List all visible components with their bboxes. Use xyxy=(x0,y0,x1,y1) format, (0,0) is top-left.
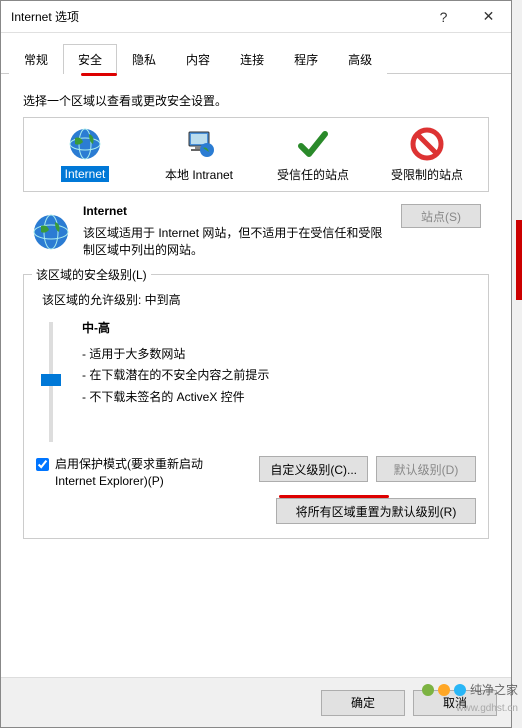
group-legend: 该区域的安全级别(L) xyxy=(32,266,151,283)
reset-all-button[interactable]: 将所有区域重置为默认级别(R) xyxy=(276,498,476,524)
zone-list: Internet 本地 Intranet 受信任的站点 受限制的站点 xyxy=(23,117,489,192)
security-slider[interactable] xyxy=(49,322,53,442)
level-bullet: - 在下载潜在的不安全内容之前提示 xyxy=(82,365,269,387)
titlebar: Internet 选项 ? ✕ xyxy=(1,1,511,33)
zone-detail-title: Internet xyxy=(83,204,389,218)
watermark: 纯净之家 xyxy=(422,681,518,698)
watermark-text: 纯净之家 xyxy=(470,681,518,698)
tab-programs[interactable]: 程序 xyxy=(279,44,333,74)
tab-general[interactable]: 常规 xyxy=(9,44,63,74)
zone-internet[interactable]: Internet xyxy=(45,126,125,183)
protected-mode-label[interactable]: 启用保护模式(要求重新启动 Internet Explorer)(P) xyxy=(55,456,235,490)
level-name: 中-高 xyxy=(82,318,269,340)
tab-advanced[interactable]: 高级 xyxy=(333,44,387,74)
dialog-title: Internet 选项 xyxy=(11,8,421,25)
zone-detail: Internet 该区域适用于 Internet 网站，但不适用于在受信任和受限… xyxy=(23,204,489,258)
zone-intranet[interactable]: 本地 Intranet xyxy=(159,126,239,183)
custom-level-button[interactable]: 自定义级别(C)... xyxy=(259,456,368,482)
tab-content-area: 选择一个区域以查看或更改安全设置。 Internet 本地 Intranet 受… xyxy=(1,74,511,557)
internet-options-dialog: Internet 选项 ? ✕ 常规 安全 隐私 内容 连接 程序 高级 选择一… xyxy=(0,0,512,728)
level-bullet: - 不下载未签名的 ActiveX 控件 xyxy=(82,387,269,409)
protected-mode-checkbox[interactable] xyxy=(36,458,49,471)
zone-trusted[interactable]: 受信任的站点 xyxy=(273,126,353,183)
tab-security[interactable]: 安全 xyxy=(63,44,117,74)
zone-label: 受限制的站点 xyxy=(391,166,463,183)
close-button[interactable]: ✕ xyxy=(466,1,511,33)
zone-label: 受信任的站点 xyxy=(277,166,349,183)
checkmark-icon xyxy=(295,126,331,162)
intranet-icon xyxy=(181,126,217,162)
tab-content[interactable]: 内容 xyxy=(171,44,225,74)
zone-label: Internet xyxy=(61,166,110,182)
tab-privacy[interactable]: 隐私 xyxy=(117,44,171,74)
allowed-levels-note: 该区域的允许级别: 中到高 xyxy=(42,291,476,308)
level-bullet: - 适用于大多数网站 xyxy=(82,344,269,366)
tab-connections[interactable]: 连接 xyxy=(225,44,279,74)
zone-detail-desc: 该区域适用于 Internet 网站，但不适用于在受信任和受限制区域中列出的网站… xyxy=(83,224,389,258)
default-level-button[interactable]: 默认级别(D) xyxy=(376,456,476,482)
ok-button[interactable]: 确定 xyxy=(321,690,405,716)
zone-restricted[interactable]: 受限制的站点 xyxy=(387,126,467,183)
restricted-icon xyxy=(409,126,445,162)
slider-thumb[interactable] xyxy=(41,374,61,386)
help-button[interactable]: ? xyxy=(421,1,466,33)
watermark-url: www.gdhst.cn xyxy=(456,703,518,714)
zone-label: 本地 Intranet xyxy=(165,166,233,183)
security-level-group: 该区域的安全级别(L) 该区域的允许级别: 中到高 中-高 - 适用于大多数网站… xyxy=(23,274,489,539)
sites-button[interactable]: 站点(S) xyxy=(401,204,481,228)
globe-icon xyxy=(31,212,71,252)
annotation-underline-tab xyxy=(81,73,117,76)
instruction-text: 选择一个区域以查看或更改安全设置。 xyxy=(23,92,489,109)
tab-strip: 常规 安全 隐私 内容 连接 程序 高级 xyxy=(1,39,511,74)
annotation-underline-custom xyxy=(279,495,389,498)
globe-icon xyxy=(67,126,103,162)
